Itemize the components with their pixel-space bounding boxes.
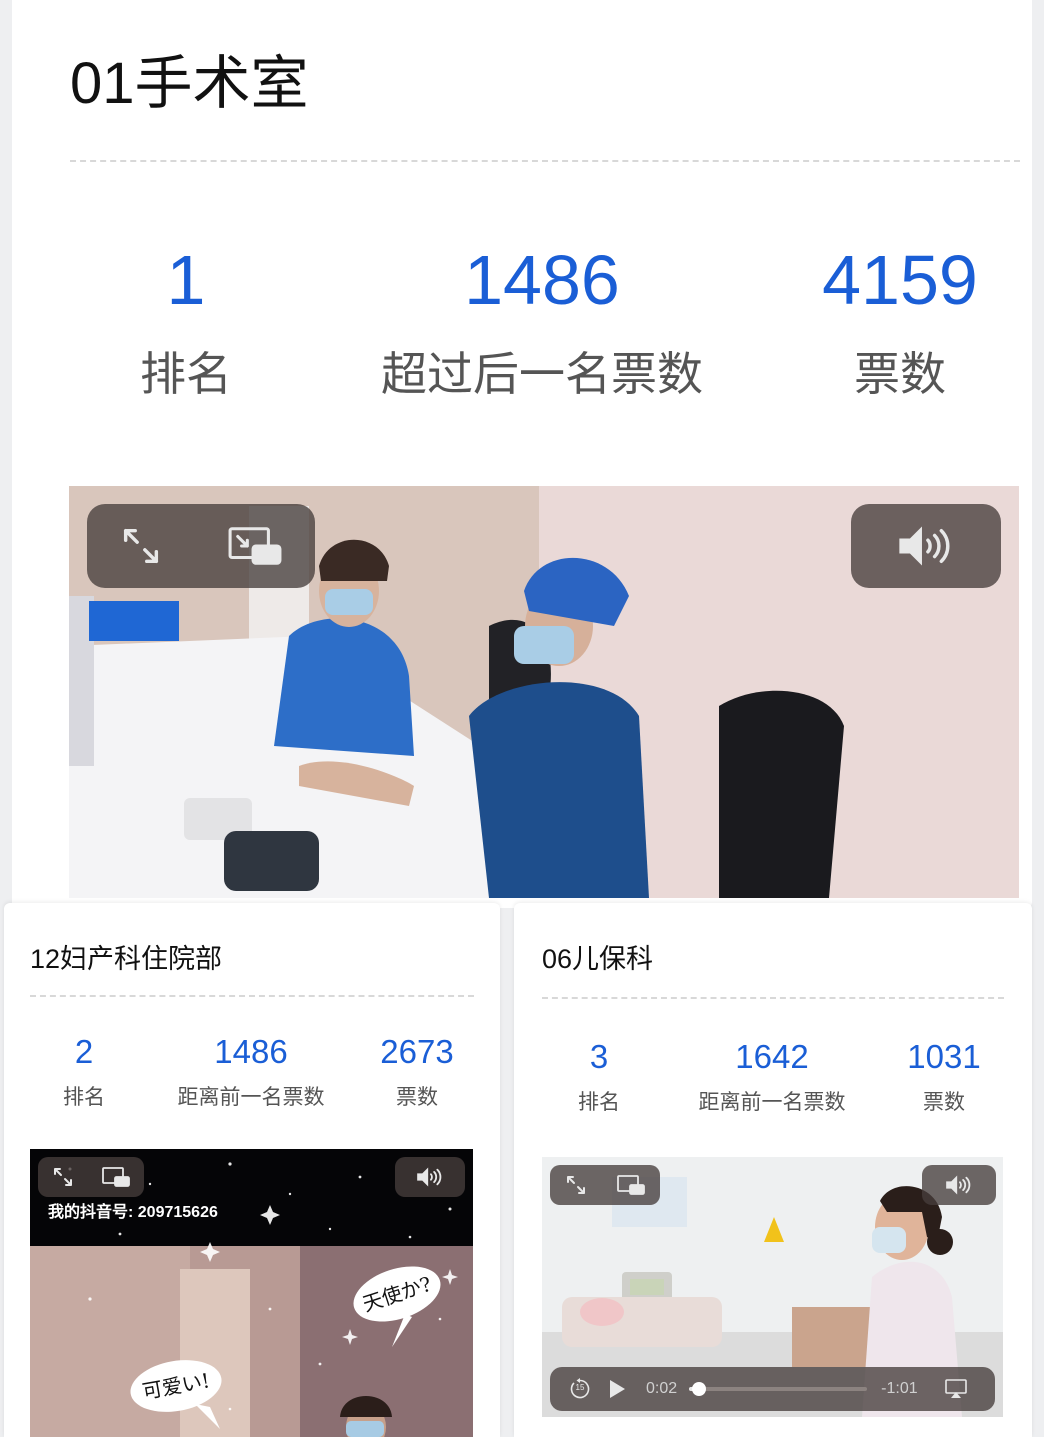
picture-in-picture-icon[interactable] xyxy=(101,1165,131,1189)
remaining-time: -1:01 xyxy=(881,1380,918,1397)
volume-icon[interactable] xyxy=(415,1166,445,1188)
stat-gap: 1486 距离前一名票数 xyxy=(161,1033,341,1111)
stat-rank: 3 排名 xyxy=(549,1038,649,1116)
video-controls-left xyxy=(38,1157,144,1197)
rank-label: 排名 xyxy=(578,1091,620,1114)
votes-value: 2673 xyxy=(380,1033,454,1070)
skip-back-seconds: 15 xyxy=(575,1383,585,1392)
picture-in-picture-icon[interactable] xyxy=(616,1173,646,1197)
divider xyxy=(70,160,1020,162)
ward-card-obstetrics: 12妇产科住院部 2 排名 1486 距离前一名票数 2673 票数 天使か? … xyxy=(4,903,500,1437)
play-icon[interactable] xyxy=(608,1379,626,1399)
main-card: 01手术室 1 排名 1486 超过后一名票数 4159 票数 xyxy=(12,0,1032,908)
elapsed-time: 0:02 xyxy=(646,1380,678,1397)
volume-icon[interactable] xyxy=(894,523,958,569)
gap-value: 1486 xyxy=(214,1033,288,1070)
lead-label: 超过后一名票数 xyxy=(381,348,703,400)
divider xyxy=(542,997,1004,999)
votes-value: 1031 xyxy=(907,1038,981,1075)
skip-back-15-icon[interactable]: 15 xyxy=(568,1377,592,1401)
gap-value: 1642 xyxy=(735,1038,809,1075)
card-title: 06儿保科 xyxy=(542,944,654,974)
volume-control[interactable] xyxy=(851,504,1001,588)
divider xyxy=(30,995,474,997)
rank-value: 1 xyxy=(166,241,206,319)
gap-label: 距离前一名票数 xyxy=(177,1086,325,1109)
progress-knob[interactable] xyxy=(692,1382,707,1396)
volume-icon[interactable] xyxy=(944,1174,974,1196)
video-player[interactable]: 15 0:02 -1:01 xyxy=(542,1157,1003,1417)
stat-rank: 2 排名 xyxy=(34,1033,134,1111)
volume-control[interactable] xyxy=(922,1165,996,1205)
lead-value: 1486 xyxy=(464,241,620,319)
rank-label: 排名 xyxy=(63,1086,105,1109)
stat-lead: 1486 超过后一名票数 xyxy=(352,240,732,404)
fullscreen-icon[interactable] xyxy=(564,1173,588,1197)
votes-label: 票数 xyxy=(923,1091,965,1114)
votes-label: 票数 xyxy=(854,348,946,400)
video-player[interactable]: 天使か? 可爱い! 我的抖音号: 209715626 xyxy=(30,1149,473,1437)
card-title: 12妇产科住院部 xyxy=(30,944,223,974)
stat-votes: 2673 票数 xyxy=(367,1033,467,1111)
playback-bar: 15 0:02 -1:01 xyxy=(550,1367,995,1411)
progress-track[interactable] xyxy=(689,1382,868,1396)
video-controls-left xyxy=(87,504,315,588)
picture-in-picture-icon[interactable] xyxy=(226,523,284,569)
rank-value: 2 xyxy=(74,1033,94,1070)
ward-card-child-care: 06儿保科 3 排名 1642 距离前一名票数 1031 票数 15 0:02 … xyxy=(514,903,1032,1437)
rank-value: 3 xyxy=(589,1038,609,1075)
video-player[interactable] xyxy=(69,486,1019,898)
video-watermark: 我的抖音号: 209715626 xyxy=(48,1202,218,1221)
rank-label: 排名 xyxy=(140,348,232,400)
page-title: 01手术室 xyxy=(70,51,309,116)
fullscreen-icon[interactable] xyxy=(51,1165,75,1189)
airplay-icon[interactable] xyxy=(944,1378,968,1400)
fullscreen-icon[interactable] xyxy=(118,523,164,569)
video-controls-left xyxy=(550,1165,660,1205)
gap-label: 距离前一名票数 xyxy=(698,1091,846,1114)
stat-votes: 4159 票数 xyxy=(800,240,1000,404)
stat-votes: 1031 票数 xyxy=(894,1038,994,1116)
stat-rank: 1 排名 xyxy=(86,240,286,404)
votes-label: 票数 xyxy=(396,1086,438,1109)
votes-value: 4159 xyxy=(822,241,978,319)
volume-control[interactable] xyxy=(395,1157,465,1197)
stat-gap: 1642 距离前一名票数 xyxy=(682,1038,862,1116)
